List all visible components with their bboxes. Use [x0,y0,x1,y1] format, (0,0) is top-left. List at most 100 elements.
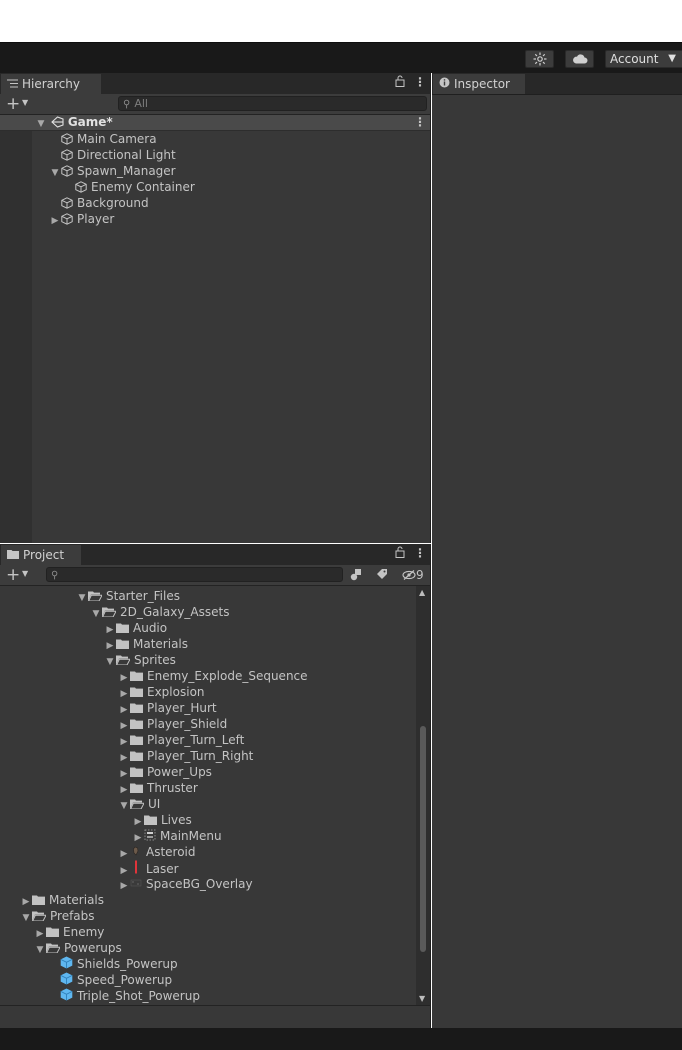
collapse-arrow-icon[interactable]: ▶ [118,878,130,894]
more-options-icon[interactable]: ⋮ [414,546,426,560]
inspector-tabstrip: Inspector [432,73,682,95]
hierarchy-item[interactable]: ▶ Player [49,211,115,229]
prefab-icon [60,972,77,987]
hierarchy-item[interactable]: Directional Light [49,147,176,163]
project-asset-item[interactable]: ▶ MainMenu [132,828,222,844]
folder-open-icon [116,653,134,667]
project-folder-item[interactable]: ▶ Materials [104,636,188,652]
account-label: Account [610,52,659,66]
search-by-type-icon[interactable] [350,568,363,584]
expand-arrow-icon[interactable]: ▼ [35,116,47,132]
gameobject-icon [61,132,77,146]
project-folder-item[interactable]: ▶ Power_Ups [118,764,212,780]
project-folder-item[interactable]: ▶ Player_Shield [118,716,228,732]
expand-arrow-icon[interactable]: ▼ [20,910,32,926]
folder-icon [7,547,19,564]
tab-hierarchy[interactable]: Hierarchy [1,74,101,94]
services-button[interactable] [525,50,554,68]
hierarchy-item[interactable]: Background [49,195,149,211]
project-asset-item[interactable]: Speed_Powerup [48,972,172,988]
project-folder-item[interactable]: ▶ Player_Turn_Right [118,748,254,764]
project-item-label: Materials [133,637,189,651]
project-item-label: Audio [133,621,168,635]
folder-open-icon [46,941,64,955]
tab-inspector[interactable]: Inspector [433,74,525,94]
folder-open-icon [130,797,148,811]
project-asset-item[interactable]: Triple_Shot_Powerup [48,988,200,1004]
hierarchy-item[interactable]: Main Camera [49,131,157,147]
project-scrollbar[interactable]: ▲ ▼ [416,586,430,1006]
more-options-icon[interactable]: ⋮ [414,75,426,89]
project-asset-item[interactable]: Shields_Powerup [48,956,178,972]
project-tabstrip: Project ⋮ [0,544,430,566]
expand-arrow-icon[interactable]: ▼ [104,654,116,670]
project-folder-item[interactable]: ▶ Enemy_Explode_Sequence [118,668,308,684]
hierarchy-item-label: Background [77,196,149,210]
project-asset-item[interactable]: ▶ Laser [118,860,179,876]
account-dropdown[interactable]: Account ▼ [605,50,682,68]
project-asset-item[interactable]: ▶ SpaceBG_Overlay [118,876,253,892]
project-folder-item[interactable]: ▶ Player_Turn_Left [118,732,245,748]
services-icon [533,52,546,66]
scene-header-row[interactable]: ▼ Game* ⋮ [0,115,430,131]
collapse-arrow-icon[interactable]: ▶ [49,213,61,229]
project-panel: Project ⋮ + ▼ ⚲ 9 ▼ Starter_Files ▼ 2D_Gala… [0,544,431,1028]
project-folder-item[interactable]: ▶ Player_Hurt [118,700,217,716]
hierarchy-gutter [0,115,32,543]
tab-project[interactable]: Project [1,545,81,565]
expand-arrow-icon[interactable]: ▼ [34,942,46,958]
scroll-up-icon[interactable]: ▲ [419,588,425,597]
cloud-button[interactable] [565,50,594,68]
project-folder-item[interactable]: ▶ Thruster [118,780,198,796]
project-folder-item[interactable]: ▼ 2D_Galaxy_Assets [90,604,230,622]
project-folder-item[interactable]: ▶ Lives [132,812,192,828]
scrollbar-thumb[interactable] [420,726,426,952]
project-search-input[interactable]: ⚲ [46,567,343,582]
lock-icon[interactable] [395,75,405,90]
hierarchy-item[interactable]: ▼ Spawn_Manager [49,163,176,179]
scroll-down-icon[interactable]: ▼ [419,994,425,1003]
project-item-label: Thruster [147,781,198,795]
chevron-down-icon[interactable]: ▼ [22,569,28,578]
expand-arrow-icon[interactable]: ▼ [118,798,130,814]
folder-icon [130,717,147,731]
tab-hierarchy-label: Hierarchy [22,77,81,91]
chevron-down-icon[interactable]: ▼ [22,98,28,107]
project-folder-item[interactable]: ▶ Explosion [118,684,205,700]
project-asset-item[interactable]: ▶ Asteroid [118,844,196,860]
project-item-label: Laser [146,862,179,876]
project-folder-item[interactable]: ▶ Materials [20,892,104,908]
chevron-down-icon: ▼ [668,53,676,64]
project-folder-item[interactable]: ▶ Audio [104,620,168,636]
project-folder-item[interactable]: ▼ Powerups [34,940,122,956]
create-button[interactable]: + [6,565,20,585]
tab-inspector-label: Inspector [454,77,510,91]
project-folder-item[interactable]: ▼ Sprites [104,652,176,668]
hierarchy-item[interactable]: Enemy Container [63,179,195,195]
hidden-packages-toggle[interactable]: 9 [402,566,424,584]
project-folder-item[interactable]: ▼ Starter_Files [76,588,180,604]
sprite-icon [130,877,146,891]
folder-open-icon [102,605,120,619]
lock-icon[interactable] [395,546,405,561]
scene-more-icon[interactable]: ⋮ [414,115,426,130]
folder-icon [32,893,49,907]
expand-arrow-icon[interactable]: ▼ [49,165,61,181]
prefab-icon [60,988,77,1003]
expand-arrow-icon[interactable]: ▼ [90,606,102,622]
project-item-label: Explosion [147,685,205,699]
search-by-label-icon[interactable] [376,568,388,583]
inspector-panel: Inspector [432,73,682,1028]
folder-icon [144,813,161,827]
project-item-label: Triple_Shot_Powerup [77,989,200,1003]
project-folder-item[interactable]: ▶ Enemy [34,924,105,940]
expand-arrow-icon[interactable]: ▼ [76,590,88,606]
project-folder-item[interactable]: ▼ UI [118,796,161,814]
hierarchy-search-input[interactable]: ⚲ All [118,96,427,111]
gameobject-icon [61,164,77,178]
project-folder-item[interactable]: ▼ Prefabs [20,908,95,924]
create-button[interactable]: + [6,94,20,114]
folder-icon [116,621,133,635]
project-item-label: Player_Turn_Left [147,733,245,747]
folder-icon [130,669,147,683]
